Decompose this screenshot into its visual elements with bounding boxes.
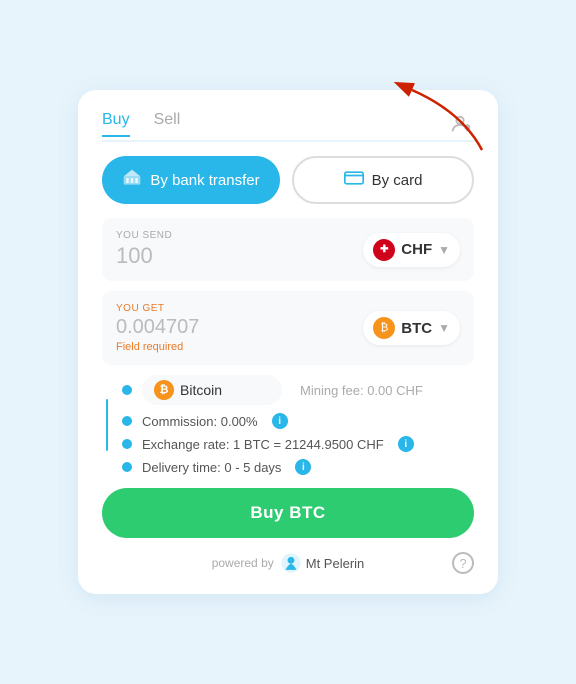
commission-text: Commission: 0.00% — [142, 414, 258, 429]
footer: powered by Mt Pelerin ? — [102, 552, 474, 574]
send-currency-code: CHF — [401, 241, 432, 258]
details-section: ₿ Bitcoin Mining fee: 0.00 CHF Commissio… — [102, 375, 474, 475]
timeline-dot-1 — [122, 385, 132, 395]
send-value[interactable]: 100 — [116, 243, 172, 269]
send-label: YOU SEND — [116, 230, 172, 241]
header: Buy Sell — [102, 110, 474, 138]
pelerin-name: Mt Pelerin — [306, 556, 365, 571]
btc-flag-icon: ₿ — [373, 317, 395, 339]
payment-buttons: By bank transfer By card — [102, 156, 474, 204]
pelerin-logo[interactable]: Mt Pelerin — [280, 552, 365, 574]
delivery-time-text: Delivery time: 0 - 5 days — [142, 460, 281, 475]
tabs: Buy Sell — [102, 111, 180, 137]
chf-flag-icon: ✚ — [373, 239, 395, 261]
card-button[interactable]: By card — [292, 156, 474, 204]
get-input-area[interactable]: YOU GET 0.004707 Field required — [116, 303, 199, 353]
powered-by-text: powered by — [212, 556, 274, 570]
get-group: YOU GET 0.004707 Field required ₿ BTC ▼ — [102, 291, 474, 365]
mining-fee: Mining fee: 0.00 CHF — [300, 383, 423, 398]
get-currency-select[interactable]: ₿ BTC ▼ — [363, 311, 460, 345]
crypto-name: Bitcoin — [180, 382, 222, 398]
timeline-line — [106, 399, 108, 451]
buy-btc-button[interactable]: Buy BTC — [102, 488, 474, 538]
send-currency-chevron: ▼ — [438, 243, 450, 257]
tab-sell[interactable]: Sell — [154, 111, 181, 137]
timeline-dot-3 — [122, 439, 132, 449]
bank-icon — [122, 168, 142, 192]
card-label: By card — [372, 172, 423, 189]
get-label: YOU GET — [116, 303, 199, 314]
send-input-area[interactable]: YOU SEND 100 — [116, 230, 172, 269]
bank-transfer-button[interactable]: By bank transfer — [102, 156, 280, 204]
delivery-time-row: Delivery time: 0 - 5 days i — [122, 459, 474, 475]
get-currency-chevron: ▼ — [438, 321, 450, 335]
tab-divider — [102, 140, 474, 142]
field-required-text: Field required — [116, 341, 199, 353]
timeline-dot-2 — [122, 416, 132, 426]
bitcoin-row: ₿ Bitcoin Mining fee: 0.00 CHF — [122, 375, 474, 405]
exchange-rate-text: Exchange rate: 1 BTC = 21244.9500 CHF — [142, 437, 384, 452]
send-currency-select[interactable]: ✚ CHF ▼ — [363, 233, 460, 267]
pelerin-icon — [280, 552, 302, 574]
tab-buy[interactable]: Buy — [102, 111, 130, 137]
crypto-chip[interactable]: ₿ Bitcoin — [142, 375, 282, 405]
get-currency-code: BTC — [401, 320, 432, 337]
btc-chip-icon: ₿ — [154, 380, 174, 400]
exchange-rate-info-icon[interactable]: i — [398, 436, 414, 452]
commission-row: Commission: 0.00% i — [122, 413, 474, 429]
user-icon[interactable] — [446, 110, 474, 138]
delivery-time-info-icon[interactable]: i — [295, 459, 311, 475]
exchange-rate-row: Exchange rate: 1 BTC = 21244.9500 CHF i — [122, 436, 474, 452]
get-value[interactable]: 0.004707 — [116, 316, 199, 339]
card-icon — [344, 171, 364, 189]
main-card: Buy Sell By bank t — [78, 90, 498, 594]
commission-info-icon[interactable]: i — [272, 413, 288, 429]
help-icon[interactable]: ? — [452, 552, 474, 574]
timeline-dot-4 — [122, 462, 132, 472]
send-group: YOU SEND 100 ✚ CHF ▼ — [102, 218, 474, 281]
bank-transfer-label: By bank transfer — [150, 172, 259, 189]
